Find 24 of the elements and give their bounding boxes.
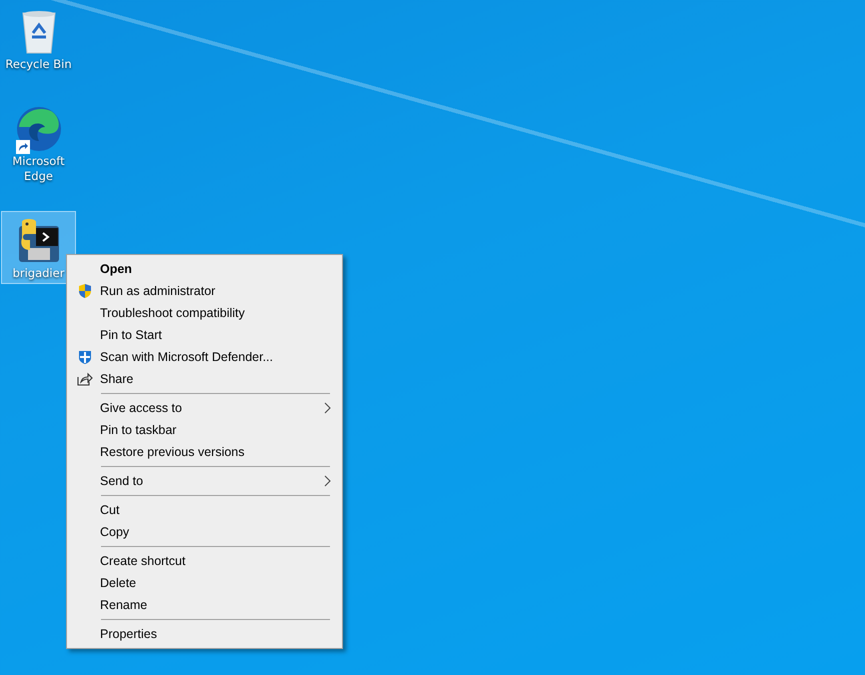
browser-icon xyxy=(14,105,62,153)
defender-icon xyxy=(76,349,92,365)
icon-label: Recycle Bin xyxy=(4,57,73,72)
icon-label: brigadier xyxy=(12,266,66,281)
menu-item[interactable]: Pin to taskbar xyxy=(100,423,340,437)
menu-item[interactable]: Run as administrator xyxy=(100,284,340,298)
menu-item[interactable]: Rename xyxy=(100,598,340,612)
menu-item[interactable]: Scan with Microsoft Defender... xyxy=(100,350,340,364)
icon-label: Microsoft Edge xyxy=(11,154,66,184)
recycle-bin-icon xyxy=(20,9,58,55)
menu-item[interactable]: Share xyxy=(100,372,340,386)
shield-icon xyxy=(76,283,92,299)
menu-item[interactable]: Restore previous versions xyxy=(100,445,340,459)
share-icon xyxy=(76,372,92,386)
menu-item[interactable]: Open xyxy=(100,262,340,276)
menu-item[interactable]: Properties xyxy=(100,627,340,641)
menu-item[interactable]: Create shortcut xyxy=(100,554,340,568)
menu-item[interactable]: Give access to xyxy=(100,401,324,415)
menu-item[interactable]: Copy xyxy=(100,525,340,539)
menu-item[interactable]: Pin to Start xyxy=(100,328,340,342)
menu-item[interactable]: Send to xyxy=(100,474,324,488)
menu-item[interactable]: Cut xyxy=(100,503,340,517)
menu-item[interactable]: Delete xyxy=(100,576,340,590)
menu-item[interactable]: Troubleshoot compatibility xyxy=(100,306,340,320)
